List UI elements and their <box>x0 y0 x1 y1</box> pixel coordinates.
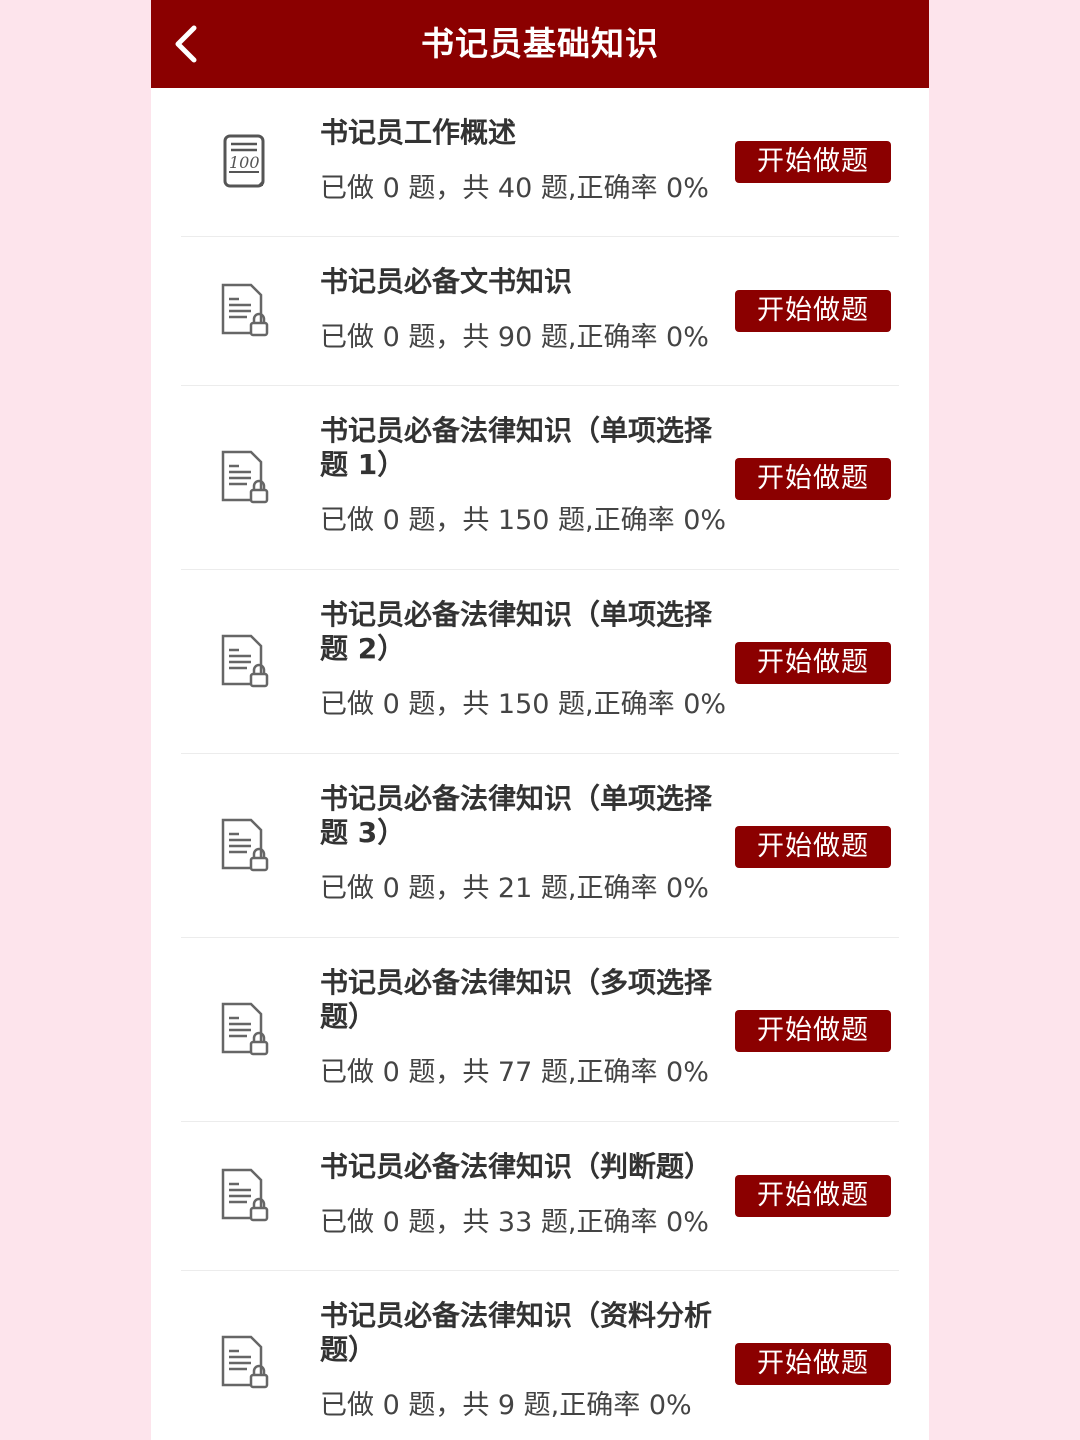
app-header: 书记员基础知识 <box>151 0 929 88</box>
list-item: 书记员必备法律知识（资料分析题） 已做 0 题，共 9 题,正确率 0% 开始做… <box>181 1271 899 1440</box>
item-stats: 已做 0 题，共 90 题,正确率 0% <box>320 322 709 353</box>
start-quiz-button[interactable]: 开始做题 <box>735 290 891 332</box>
locked-document-icon <box>221 450 269 504</box>
start-quiz-button[interactable]: 开始做题 <box>735 1343 891 1385</box>
list-item: 100 书记员工作概述 已做 0 题，共 40 题,正确率 0% 开始做题 <box>181 88 899 237</box>
item-title: 书记员必备法律知识（判断题） <box>320 1150 713 1183</box>
locked-document-icon <box>221 634 269 688</box>
list-item: 书记员必备法律知识（单项选择题 1） 已做 0 题，共 150 题,正确率 0%… <box>181 386 899 570</box>
locked-document-icon <box>221 1168 269 1222</box>
locked-document-icon <box>221 283 269 337</box>
list-item: 书记员必备文书知识 已做 0 题，共 90 题,正确率 0% 开始做题 <box>181 237 899 386</box>
item-stats: 已做 0 题，共 77 题,正确率 0% <box>320 1057 709 1088</box>
start-quiz-button[interactable]: 开始做题 <box>735 1175 891 1217</box>
locked-document-icon <box>221 1002 269 1056</box>
item-title: 书记员必备法律知识（资料分析题） <box>320 1299 713 1366</box>
list-item: 书记员必备法律知识（判断题） 已做 0 题，共 33 题,正确率 0% 开始做题 <box>181 1122 899 1271</box>
item-stats: 已做 0 题，共 9 题,正确率 0% <box>320 1390 692 1421</box>
item-title: 书记员必备法律知识（单项选择题 2） <box>320 598 713 665</box>
app-screen: 书记员基础知识 100 书记员工作概述 已做 0 题，共 40 题,正确率 0%… <box>151 0 929 1440</box>
start-quiz-button[interactable]: 开始做题 <box>735 826 891 868</box>
list-item: 书记员必备法律知识（单项选择题 3） 已做 0 题，共 21 题,正确率 0% … <box>181 754 899 938</box>
page-title: 书记员基础知识 <box>421 24 659 63</box>
score-100-icon: 100 <box>223 134 265 188</box>
item-title: 书记员必备文书知识 <box>320 265 573 298</box>
list-item: 书记员必备法律知识（单项选择题 2） 已做 0 题，共 150 题,正确率 0%… <box>181 570 899 754</box>
item-title: 书记员必备法律知识（单项选择题 3） <box>320 782 713 849</box>
start-quiz-button[interactable]: 开始做题 <box>735 141 891 183</box>
locked-document-icon <box>221 1335 269 1389</box>
item-title: 书记员必备法律知识（单项选择题 1） <box>320 414 713 481</box>
item-stats: 已做 0 题，共 21 题,正确率 0% <box>320 873 709 904</box>
item-stats: 已做 0 题，共 150 题,正确率 0% <box>320 505 727 536</box>
item-title: 书记员工作概述 <box>320 116 517 149</box>
start-quiz-button[interactable]: 开始做题 <box>735 1010 891 1052</box>
locked-document-icon <box>221 818 269 872</box>
item-stats: 已做 0 题，共 150 题,正确率 0% <box>320 689 727 720</box>
item-title: 书记员必备法律知识（多项选择题） <box>320 966 713 1033</box>
item-stats: 已做 0 题，共 40 题,正确率 0% <box>320 173 709 204</box>
start-quiz-button[interactable]: 开始做题 <box>735 642 891 684</box>
list-item: 书记员必备法律知识（多项选择题） 已做 0 题，共 77 题,正确率 0% 开始… <box>181 938 899 1122</box>
exercise-list: 100 书记员工作概述 已做 0 题，共 40 题,正确率 0% 开始做题 书记… <box>151 88 929 1440</box>
item-stats: 已做 0 题，共 33 题,正确率 0% <box>320 1207 709 1238</box>
start-quiz-button[interactable]: 开始做题 <box>735 458 891 500</box>
svg-text:100: 100 <box>229 153 260 172</box>
